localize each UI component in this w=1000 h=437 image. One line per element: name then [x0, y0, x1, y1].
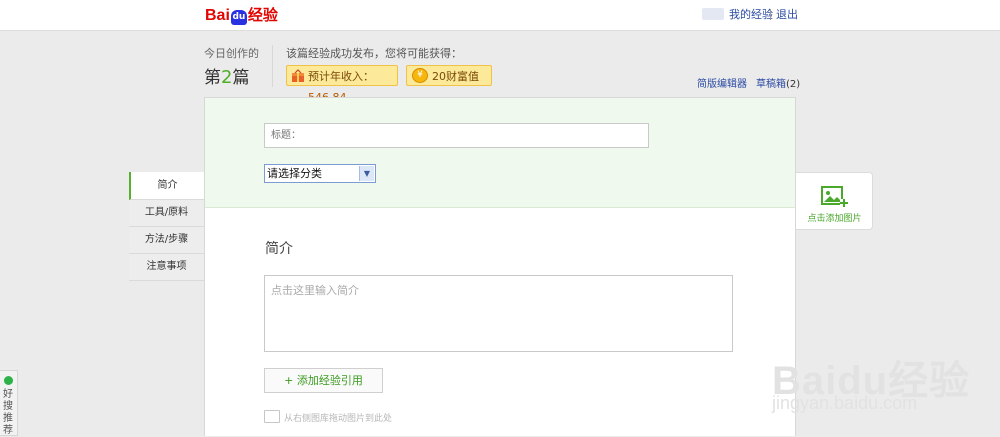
- add-reference-button[interactable]: + 添加经验引用: [264, 368, 383, 393]
- watermark-url: jingyan.baidu.com: [772, 393, 918, 413]
- recommend-label: 好搜推荐: [3, 389, 13, 436]
- gift-bag-icon: [292, 69, 304, 82]
- reward-label: 该篇经验成功发布，您将可能获得：: [286, 47, 462, 60]
- drafts-link[interactable]: 草稿箱(2): [756, 75, 800, 90]
- paw-icon: du: [230, 10, 247, 25]
- logo-text: Bai: [205, 7, 230, 24]
- coin-icon: ¥: [412, 68, 428, 83]
- wealth-badge: ¥ 20财富值: [406, 65, 492, 86]
- section-nav-item-intro[interactable]: 简介: [129, 172, 204, 200]
- wealth-value: 20: [432, 70, 446, 83]
- logo-product: 经验: [247, 6, 278, 24]
- section-heading: 简介: [265, 241, 293, 257]
- intro-textarea[interactable]: 点击这里输入简介: [264, 275, 733, 352]
- nav-divider: [770, 9, 771, 20]
- add-image-icon: [821, 186, 848, 207]
- title-input[interactable]: [264, 123, 649, 148]
- image-icon: [264, 410, 280, 423]
- recommend-widget[interactable]: 好搜推荐: [0, 370, 18, 436]
- editor-panel: 请选择分类 ▼ 简介 点击这里输入简介 + 添加经验引用 从右侧图库拖动图片到此…: [204, 97, 796, 436]
- watermark: Baidu经验 jingyan.baidu.com: [772, 330, 992, 420]
- drafts-label: 草稿箱: [756, 79, 786, 90]
- logout-link[interactable]: 退出: [776, 8, 798, 22]
- section-nav-item-steps[interactable]: 方法/步骤: [129, 227, 204, 254]
- stats-divider: [272, 45, 273, 87]
- user-avatar[interactable]: [702, 8, 724, 20]
- count-value: 2: [221, 67, 233, 88]
- chevron-down-icon[interactable]: ▼: [359, 166, 374, 181]
- drafts-count: (2): [786, 79, 801, 90]
- income-badge: 预计年收入：546.84: [286, 65, 398, 104]
- baidu-jingyan-logo[interactable]: Bai du 经验: [205, 5, 278, 25]
- wealth-label: 财富值: [446, 70, 479, 83]
- top-bar: Bai du 经验 我的经验 退出: [0, 0, 1000, 31]
- editor-header: 请选择分类 ▼: [205, 98, 795, 208]
- add-image-panel[interactable]: 点击添加图片: [796, 172, 873, 230]
- section-nav-item-tools[interactable]: 工具/原料: [129, 200, 204, 227]
- drag-hint: 从右侧图库拖动图片到此处: [264, 410, 392, 424]
- add-image-label: 点击添加图片: [807, 214, 862, 224]
- my-experience-link[interactable]: 我的经验: [729, 8, 773, 22]
- article-count: 第2篇: [204, 63, 249, 88]
- drag-hint-text: 从右侧图库拖动图片到此处: [284, 414, 393, 424]
- section-nav-item-notes[interactable]: 注意事项: [129, 254, 204, 281]
- category-select[interactable]: 请选择分类 ▼: [264, 164, 376, 183]
- section-nav: 简介 工具/原料 方法/步骤 注意事项: [129, 172, 204, 281]
- count-prefix: 第: [204, 68, 221, 88]
- status-dot-icon: [4, 376, 13, 385]
- count-suffix: 篇: [232, 68, 250, 88]
- simple-editor-link[interactable]: 简版编辑器: [697, 75, 747, 90]
- category-selected: 请选择分类: [267, 167, 322, 180]
- today-label: 今日创作的: [204, 47, 259, 60]
- income-label: 预计年收入：: [308, 70, 374, 83]
